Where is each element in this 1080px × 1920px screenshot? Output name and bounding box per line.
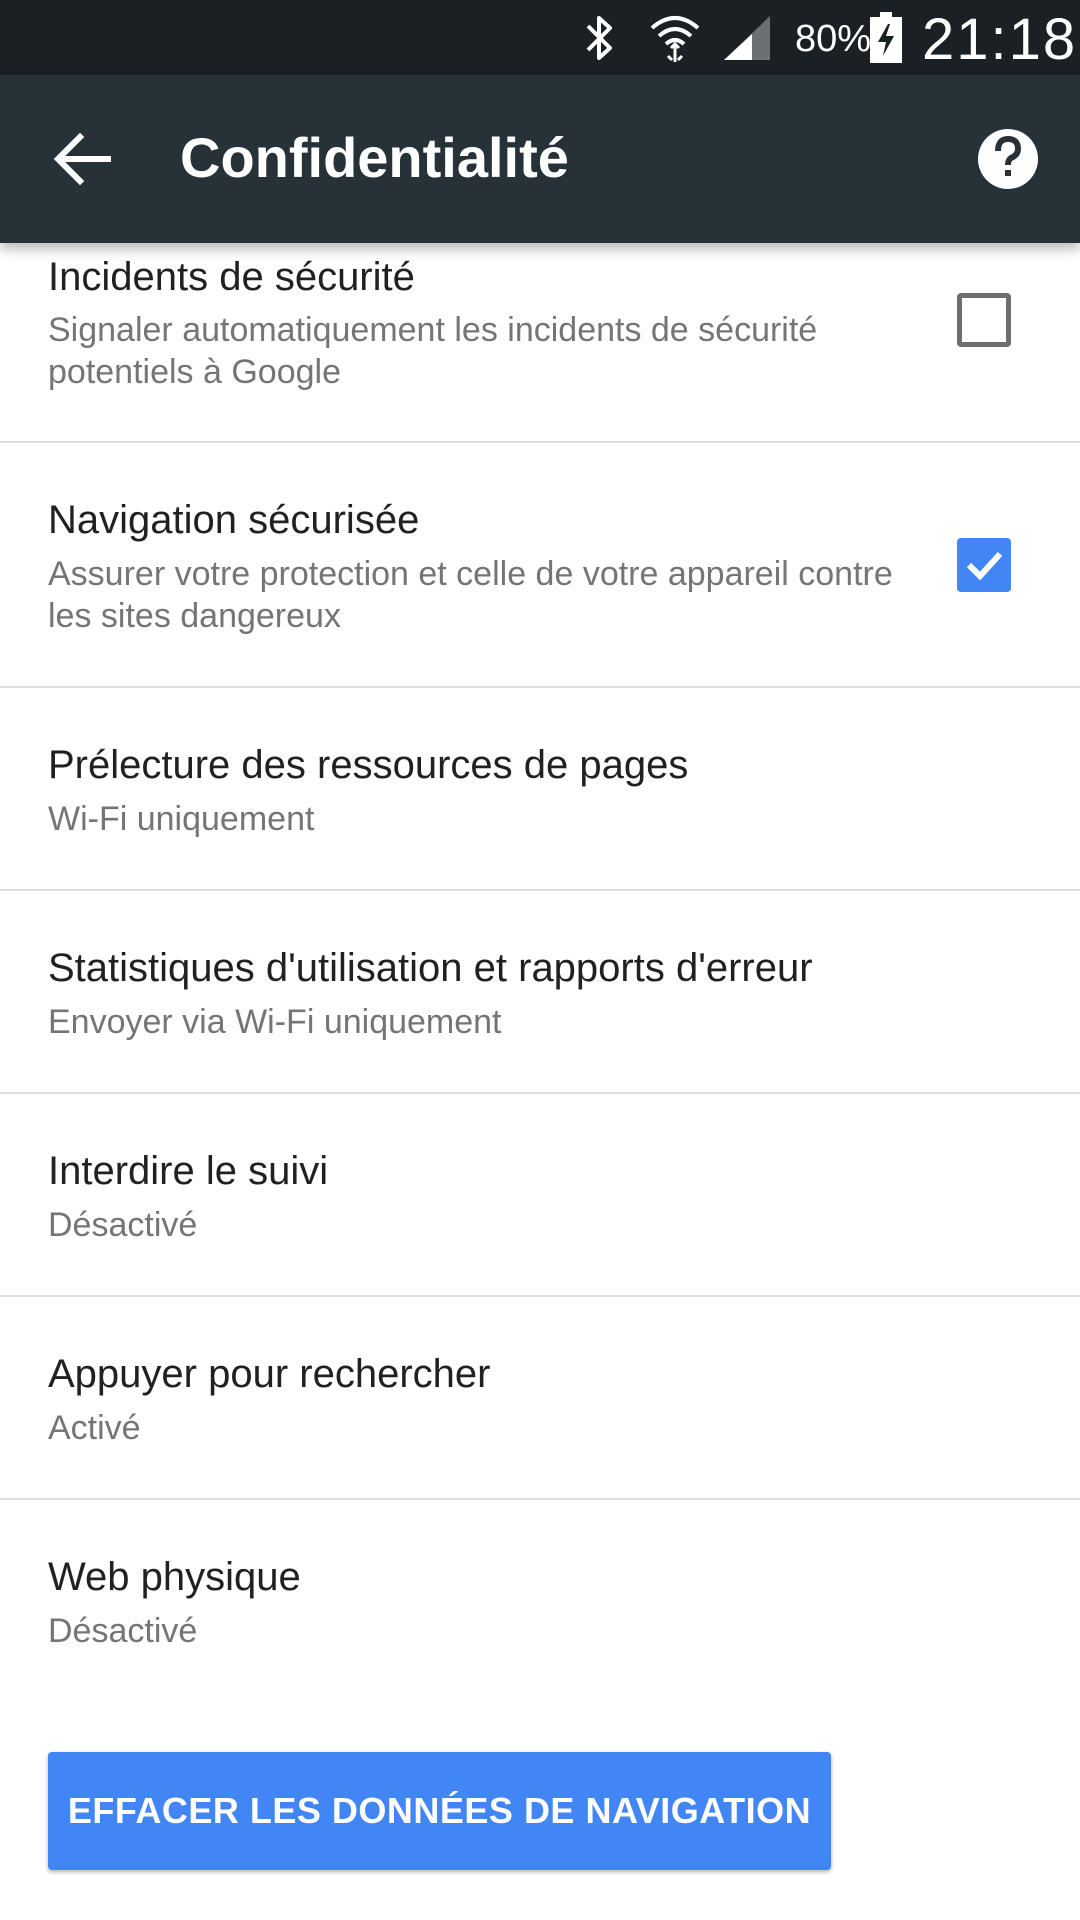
setting-summary: Assurer votre protection et celle de vot… [48, 555, 893, 635]
setting-safe-browsing[interactable]: Navigation sécurisée Assurer votre prote… [0, 443, 1080, 688]
setting-summary: Activé [48, 1409, 141, 1447]
setting-summary: Wi-Fi uniquement [48, 800, 315, 838]
app-bar: Confidentialité [0, 75, 1080, 243]
wifi-icon [650, 16, 700, 62]
checkmark-icon [966, 551, 1003, 581]
setting-usage-stats[interactable]: Statistiques d'utilisation et rapports d… [0, 891, 1080, 1094]
setting-title: Appuyer pour rechercher [48, 1352, 491, 1396]
setting-summary: Signaler automatiquement les incidents d… [48, 311, 818, 391]
setting-summary: Envoyer via Wi-Fi uniquement [48, 1003, 502, 1041]
arrow-back-icon [53, 132, 111, 186]
setting-title: Statistiques d'utilisation et rapports d… [48, 946, 813, 990]
setting-prefetch[interactable]: Prélecture des ressources de pages Wi-Fi… [0, 688, 1080, 891]
back-button[interactable] [38, 115, 126, 203]
signal-icon [724, 16, 770, 60]
setting-safety-incidents[interactable]: Incidents de sécurité Signaler automatiq… [0, 243, 1080, 443]
setting-title: Interdire le suivi [48, 1149, 329, 1193]
battery-charging-icon [870, 12, 902, 63]
setting-summary: Désactivé [48, 1612, 198, 1650]
setting-title: Prélecture des ressources de pages [48, 743, 689, 787]
safety-incidents-checkbox[interactable] [957, 293, 1011, 347]
clear-browsing-data-button[interactable]: EFFACER LES DONNÉES DE NAVIGATION [48, 1752, 831, 1870]
safe-browsing-checkbox[interactable] [957, 538, 1011, 592]
bluetooth-icon [586, 16, 612, 60]
battery-percent: 80% [795, 18, 872, 60]
setting-summary: Désactivé [48, 1206, 198, 1244]
setting-title: Incidents de sécurité [48, 255, 415, 299]
help-button[interactable] [970, 115, 1058, 203]
clock: 21:18 [922, 7, 1078, 72]
help-icon [978, 129, 1038, 189]
setting-do-not-track[interactable]: Interdire le suivi Désactivé [0, 1094, 1080, 1297]
settings-list: Incidents de sécurité Signaler automatiq… [0, 243, 1080, 1920]
setting-physical-web[interactable]: Web physique Désactivé [0, 1500, 1080, 1703]
setting-title: Navigation sécurisée [48, 498, 420, 542]
status-bar: 80% 21:18 [0, 0, 1080, 75]
page-title: Confidentialité [180, 126, 569, 189]
setting-touch-to-search[interactable]: Appuyer pour rechercher Activé [0, 1297, 1080, 1500]
setting-title: Web physique [48, 1555, 301, 1599]
